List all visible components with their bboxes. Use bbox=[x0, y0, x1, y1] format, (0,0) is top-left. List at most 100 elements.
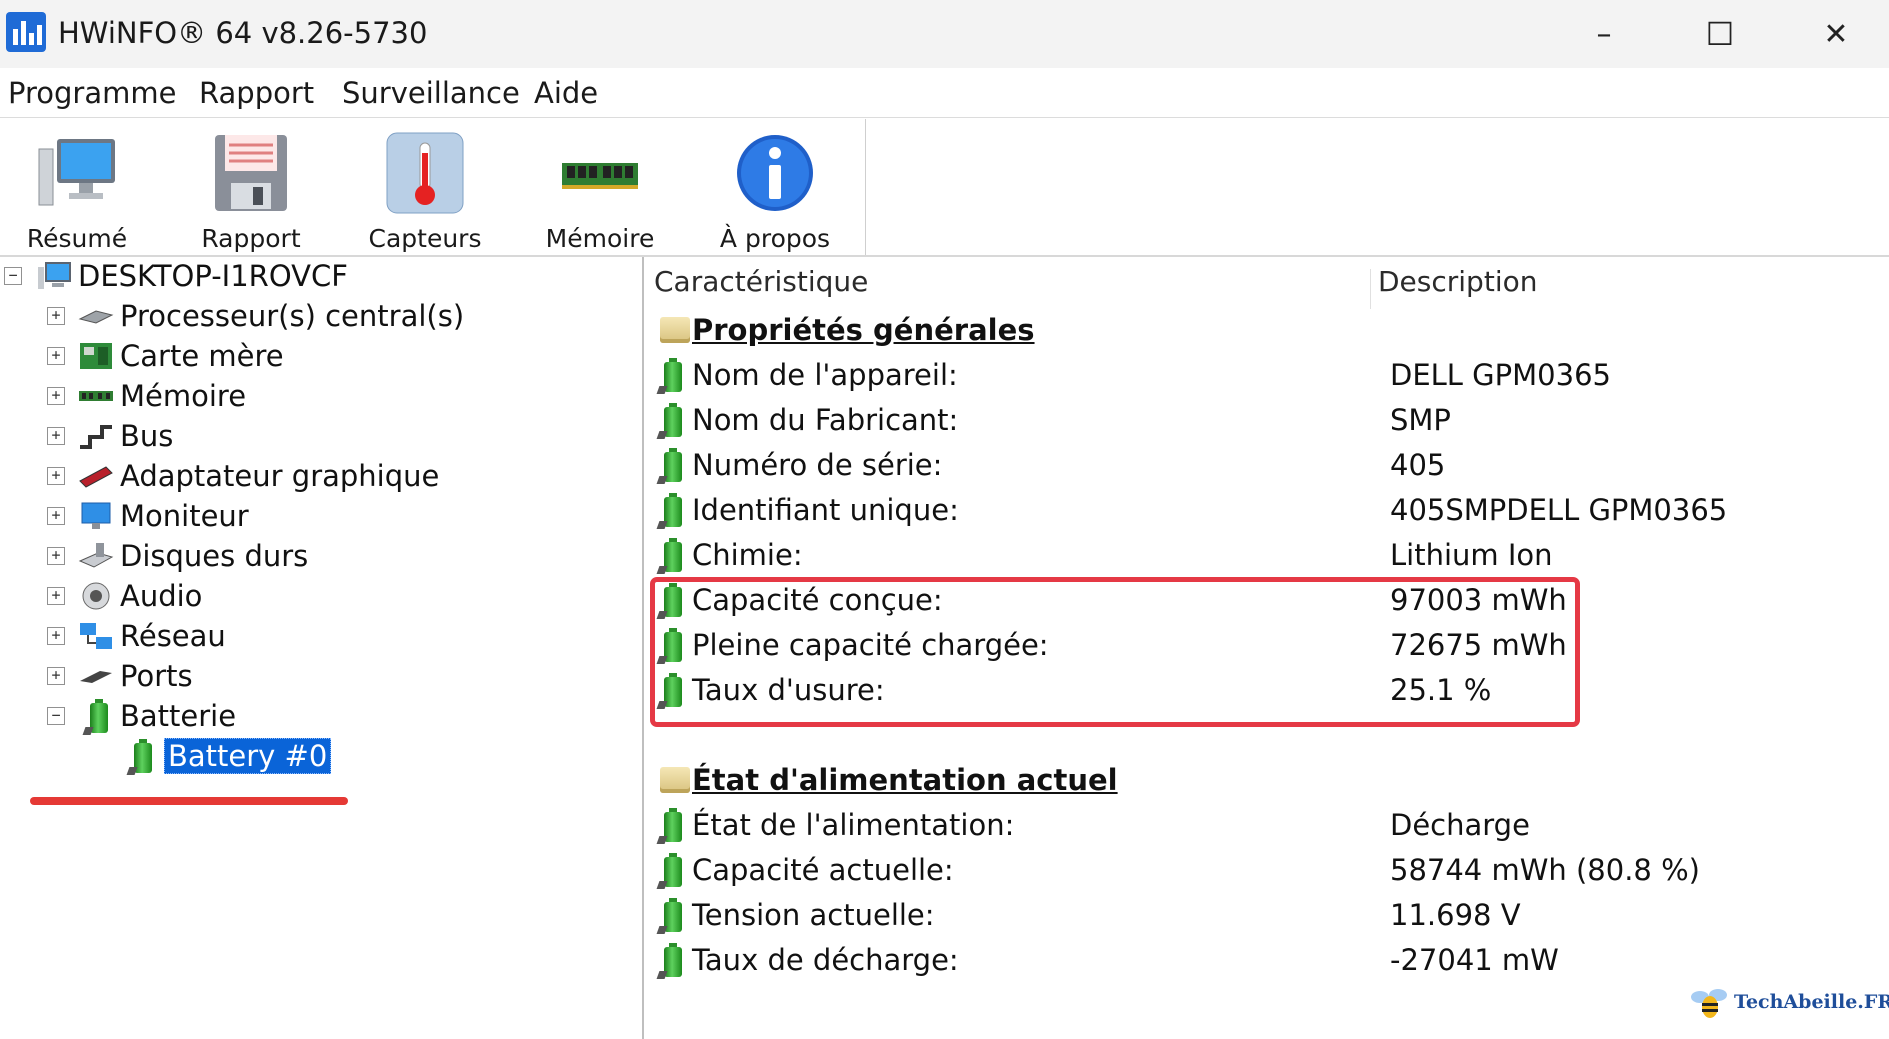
summary-button[interactable]: Résumé bbox=[2, 129, 152, 254]
table-row[interactable]: Nom de l'appareil: DELL GPM0365 bbox=[658, 356, 1878, 396]
tree-item-label: Mémoire bbox=[120, 379, 247, 413]
table-row[interactable]: Identifiant unique: 405SMPDELL GPM0365 bbox=[658, 491, 1878, 531]
expand-bus-expander[interactable]: + bbox=[47, 427, 65, 445]
tree-item-label: Ports bbox=[120, 659, 193, 693]
collapse-root-expander[interactable]: − bbox=[4, 267, 22, 285]
collapse-battery-expander[interactable]: − bbox=[47, 707, 65, 725]
floppy-disk-icon bbox=[215, 135, 287, 211]
sensors-button[interactable]: Capteurs bbox=[350, 129, 500, 254]
about-button[interactable]: À propos bbox=[700, 129, 850, 254]
expand-memory-expander[interactable]: + bbox=[47, 387, 65, 405]
section-title: État d'alimentation actuel bbox=[692, 763, 1118, 797]
table-row[interactable]: État de l'alimentation: Décharge bbox=[658, 806, 1878, 846]
report-button[interactable]: Rapport bbox=[176, 129, 326, 254]
property-value: SMP bbox=[1390, 403, 1451, 437]
table-row[interactable]: Tension actuelle: 11.698 V bbox=[658, 896, 1878, 936]
tree-item-network[interactable]: Réseau bbox=[78, 618, 226, 654]
report-label: Rapport bbox=[201, 224, 301, 253]
property-value: 405 bbox=[1390, 448, 1446, 482]
battery-icon bbox=[658, 943, 688, 981]
tree-item-battery[interactable]: Batterie bbox=[78, 698, 236, 734]
column-header-description[interactable]: Description bbox=[1378, 265, 1537, 311]
tree-item-selected-label: Battery #0 bbox=[164, 738, 332, 774]
memory-button[interactable]: Mémoire bbox=[525, 129, 675, 254]
menu-programme[interactable]: Programme bbox=[8, 76, 176, 110]
property-value: -27041 mW bbox=[1390, 943, 1559, 977]
menu-rapport[interactable]: Rapport bbox=[199, 76, 314, 110]
property-value: 405SMPDELL GPM0365 bbox=[1390, 493, 1728, 527]
about-label: À propos bbox=[719, 224, 831, 253]
title-bar: HWiNFO® 64 v8.26-5730 – ☐ ✕ bbox=[0, 0, 1889, 68]
expand-gpu-expander[interactable]: + bbox=[47, 467, 65, 485]
table-row[interactable]: Capacité actuelle: 58744 mWh (80.8 %) bbox=[658, 851, 1878, 891]
table-row[interactable]: Taux de décharge: -27041 mW bbox=[658, 941, 1878, 981]
section-header-general[interactable]: Propriétés générales bbox=[658, 311, 1878, 351]
battery-icon bbox=[658, 898, 688, 936]
expand-cpu-expander[interactable]: + bbox=[47, 307, 65, 325]
tree-item-cpu[interactable]: Processeur(s) central(s) bbox=[78, 298, 464, 334]
property-name: État de l'alimentation: bbox=[692, 808, 1015, 842]
table-row[interactable]: Chimie: Lithium Ion bbox=[658, 536, 1878, 576]
minimize-button[interactable]: – bbox=[1546, 0, 1662, 68]
memory-icon bbox=[79, 391, 113, 401]
tree-item-monitor[interactable]: Moniteur bbox=[78, 498, 249, 534]
motherboard-icon bbox=[80, 343, 112, 369]
summary-label: Résumé bbox=[26, 224, 128, 253]
tree-item-bus[interactable]: Bus bbox=[78, 418, 173, 454]
battery-icon bbox=[658, 808, 688, 846]
tree-item-memory[interactable]: Mémoire bbox=[78, 378, 246, 414]
tree-item-label: Réseau bbox=[120, 619, 226, 653]
toolbar: Résumé Rapport Capteurs Mémoire À propos bbox=[0, 119, 866, 256]
property-name: Capacité actuelle: bbox=[692, 853, 954, 887]
expand-motherboard-expander[interactable]: + bbox=[47, 347, 65, 365]
tree-item-motherboard[interactable]: Carte mère bbox=[78, 338, 284, 374]
watermark-logo: TechAbeille.FR bbox=[1690, 985, 1889, 1021]
table-row[interactable]: Nom du Fabricant: SMP bbox=[658, 401, 1878, 441]
property-value: DELL GPM0365 bbox=[1390, 358, 1611, 392]
maximize-button[interactable]: ☐ bbox=[1662, 0, 1778, 68]
menu-surveillance[interactable]: Surveillance bbox=[342, 76, 520, 110]
device-tree: − DESKTOP-I1ROVCF + Processeur(s) centra… bbox=[0, 257, 644, 1039]
monitor-icon bbox=[81, 502, 111, 529]
tree-item-label: Processeur(s) central(s) bbox=[120, 299, 465, 333]
tree-root-label: DESKTOP-I1ROVCF bbox=[78, 259, 348, 293]
column-header-feature[interactable]: Caractéristique bbox=[654, 265, 868, 311]
property-value: Lithium Ion bbox=[1390, 538, 1553, 572]
tree-item-label: Audio bbox=[120, 579, 203, 613]
battery-icon bbox=[78, 699, 114, 733]
tree-item-ports[interactable]: Ports bbox=[78, 658, 193, 694]
hard-drive-icon bbox=[78, 543, 114, 568]
expand-drives-expander[interactable]: + bbox=[47, 547, 65, 565]
tree-item-label: Batterie bbox=[120, 699, 237, 733]
tree-root[interactable]: DESKTOP-I1ROVCF bbox=[36, 258, 348, 294]
memory-label: Mémoire bbox=[545, 224, 655, 253]
tree-item-label: Disques durs bbox=[120, 539, 309, 573]
section-header-power-state[interactable]: État d'alimentation actuel bbox=[658, 761, 1878, 801]
computer-icon bbox=[38, 262, 71, 289]
watermark-text: TechAbeille.FR bbox=[1734, 991, 1889, 1013]
menu-aide[interactable]: Aide bbox=[534, 76, 598, 110]
bus-icon bbox=[80, 425, 112, 449]
thermometer-icon bbox=[386, 132, 464, 214]
property-name: Nom du Fabricant: bbox=[692, 403, 959, 437]
property-name: Tension actuelle: bbox=[692, 898, 935, 932]
tree-item-battery-0[interactable]: Battery #0 bbox=[122, 738, 332, 774]
expand-audio-expander[interactable]: + bbox=[47, 587, 65, 605]
tree-item-audio[interactable]: Audio bbox=[78, 578, 202, 614]
tree-item-drives[interactable]: Disques durs bbox=[78, 538, 308, 574]
battery-icon bbox=[658, 493, 688, 531]
close-button[interactable]: ✕ bbox=[1778, 0, 1889, 68]
expand-ports-expander[interactable]: + bbox=[47, 667, 65, 685]
property-name: Chimie: bbox=[692, 538, 803, 572]
bee-logo-icon bbox=[1691, 989, 1727, 1018]
tree-item-gpu[interactable]: Adaptateur graphique bbox=[78, 458, 439, 494]
battery-icon bbox=[658, 853, 688, 891]
tree-item-label: Moniteur bbox=[120, 499, 249, 533]
expand-network-expander[interactable]: + bbox=[47, 627, 65, 645]
gpu-icon bbox=[79, 466, 113, 488]
expand-monitor-expander[interactable]: + bbox=[47, 507, 65, 525]
table-row[interactable]: Numéro de série: 405 bbox=[658, 446, 1878, 486]
property-name: Identifiant unique: bbox=[692, 493, 959, 527]
column-separator[interactable] bbox=[1370, 269, 1371, 309]
computer-icon bbox=[38, 139, 115, 206]
